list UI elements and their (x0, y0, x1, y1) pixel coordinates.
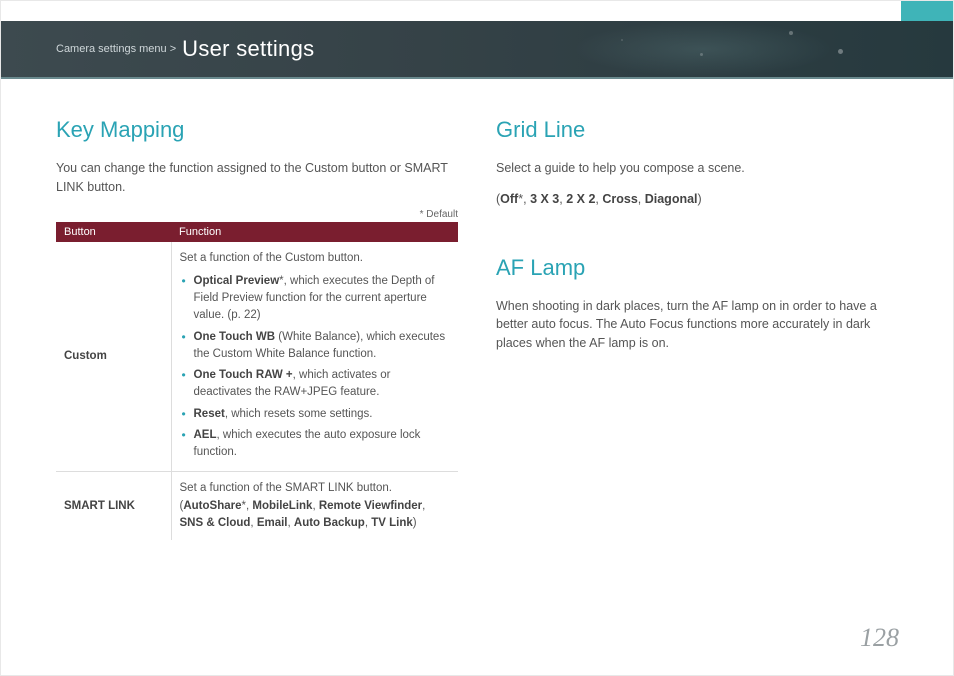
list-item: One Touch RAW +, which activates or deac… (180, 365, 451, 404)
table-button-cell: Custom (56, 242, 171, 472)
list-item: Optical Preview*, which executes the Dep… (180, 271, 451, 327)
left-column: Key Mapping You can change the function … (56, 117, 458, 540)
table-button-cell: SMART LINK (56, 472, 171, 540)
header-band: Camera settings menu > User settings (1, 21, 953, 79)
af-lamp-body: When shooting in dark places, turn the A… (496, 297, 898, 353)
option-item: Cross (602, 192, 637, 206)
key-mapping-title: Key Mapping (56, 117, 458, 143)
option-item: Auto Backup (294, 517, 365, 529)
table-head-function: Function (171, 222, 458, 242)
option-item: Diagonal (645, 192, 698, 206)
option-item: SNS & Cloud (180, 517, 251, 529)
page-number: 128 (860, 623, 899, 653)
breadcrumb-prefix: Camera settings menu > (56, 43, 176, 55)
table-row: Custom Set a function of the Custom butt… (56, 242, 458, 472)
breadcrumb-title: User settings (182, 36, 314, 62)
custom-options-list: Optical Preview*, which executes the Dep… (180, 271, 451, 464)
table-head-button: Button (56, 222, 171, 242)
table-function-cell: Set a function of the SMART LINK button.… (171, 472, 458, 540)
list-item: Reset, which resets some settings. (180, 404, 451, 425)
list-item: AEL, which executes the auto exposure lo… (180, 425, 451, 464)
row-lead: Set a function of the Custom button. (180, 252, 363, 264)
list-item: One Touch WB (White Balance), which exec… (180, 327, 451, 366)
option-item: Email (257, 517, 288, 529)
grid-line-title: Grid Line (496, 117, 898, 143)
option-item: TV Link (371, 517, 413, 529)
option-item: Remote Viewfinder (319, 500, 422, 512)
key-mapping-intro: You can change the function assigned to … (56, 159, 458, 197)
right-column: Grid Line Select a guide to help you com… (496, 117, 898, 540)
key-mapping-table: Button Function Custom Set a function of… (56, 222, 458, 541)
grid-line-options: (Off*, 3 X 3, 2 X 2, Cross, Diagonal) (496, 190, 898, 209)
option-item: AutoShare (183, 500, 241, 512)
option-item: MobileLink (252, 500, 312, 512)
option-item: 3 X 3 (530, 192, 559, 206)
af-lamp-title: AF Lamp (496, 255, 898, 281)
table-row: SMART LINK Set a function of the SMART L… (56, 472, 458, 540)
option-item: 2 X 2 (566, 192, 595, 206)
default-note: * Default (56, 209, 458, 220)
grid-line-body: Select a guide to help you compose a sce… (496, 159, 898, 178)
table-function-cell: Set a function of the Custom button. Opt… (171, 242, 458, 472)
row-lead: Set a function of the SMART LINK button. (180, 482, 392, 494)
option-item: Off (500, 192, 518, 206)
